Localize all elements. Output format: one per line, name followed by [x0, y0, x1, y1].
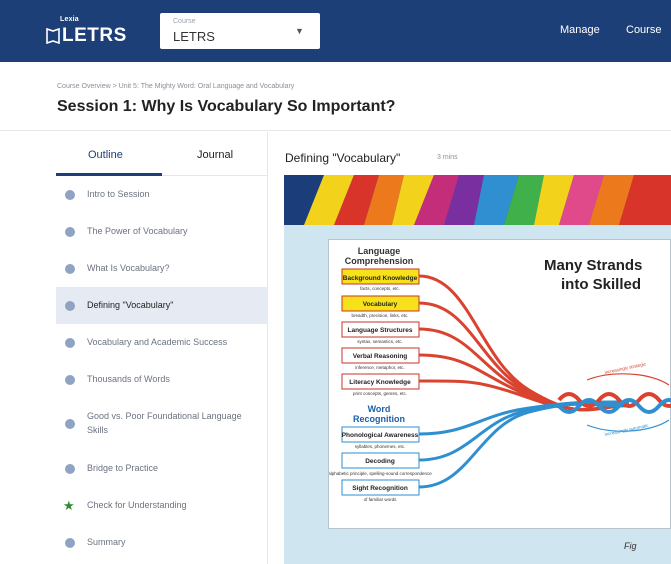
outline-item-thousands[interactable]: Thousands of Words [56, 361, 268, 398]
strand-decoding: Decoding [365, 458, 395, 465]
page-title: Session 1: Why Is Vocabulary So Importan… [57, 98, 396, 115]
svg-text:syntax, semantics, etc.: syntax, semantics, etc. [357, 339, 403, 344]
strand-language-structures: Language Structures [347, 327, 412, 334]
dot-icon [65, 464, 75, 474]
word-recognition-title-line2: Recognition [353, 414, 405, 424]
logo-letrs-text: LETRS [62, 25, 127, 46]
strategic-arrow [586, 373, 670, 386]
outline-item-power[interactable]: The Power of Vocabulary [56, 213, 268, 250]
course-select[interactable]: Course LETRS ▼ [160, 13, 320, 49]
strand-vocabulary: Vocabulary [363, 301, 398, 308]
outline-item-summary[interactable]: Summary [56, 524, 268, 561]
top-nav-bar: Lexia LETRS Course LETRS ▼ Manage Course [0, 0, 671, 62]
sidebar-tabs: Outline Journal [56, 132, 268, 176]
dot-icon [65, 338, 75, 348]
nav-manage-link[interactable]: Manage [560, 24, 600, 36]
session-sidebar: Outline Journal Intro to Session The Pow… [56, 132, 268, 564]
language-strands: Background Knowledge facts, concepts, et… [341, 268, 420, 396]
tab-journal[interactable]: Journal [197, 149, 233, 161]
svg-text:of familiar words: of familiar words [364, 497, 398, 502]
word-recognition-title-line1: Word [368, 404, 391, 414]
outline-item-what-is[interactable]: What Is Vocabulary? [56, 250, 268, 287]
outline-item-label: What Is Vocabulary? [87, 263, 170, 273]
strand-verbal-reasoning: Verbal Reasoning [353, 353, 408, 360]
course-select-label: Course [173, 18, 196, 25]
language-comprehension-title-line1: Language [358, 246, 401, 256]
chevron-down-icon: ▼ [295, 26, 304, 36]
strand-background-knowledge: Background Knowledge [343, 275, 418, 282]
dot-icon [65, 264, 75, 274]
outline-item-label: Summary [87, 537, 126, 547]
lesson-media[interactable]: Many Strands into Skilled Language Compr… [284, 175, 671, 564]
language-comprehension-title-line2: Comprehension [345, 256, 414, 266]
page-header: Course Overview > Unit 5: The Mighty Wor… [0, 62, 671, 131]
outline-item-label: The Power of Vocabulary [87, 226, 188, 236]
dot-icon [65, 538, 75, 548]
outline-item-label: Vocabulary and Academic Success [87, 337, 228, 347]
svg-text:print concepts, genres, etc.: print concepts, genres, etc. [353, 391, 407, 396]
svg-text:breadth, precision, links, etc: breadth, precision, links, etc. [351, 313, 408, 318]
dot-icon [65, 227, 75, 237]
dot-icon [65, 419, 75, 429]
word-ropes [418, 400, 630, 489]
outline-item-label: Bridge to Practice [87, 463, 159, 473]
nav-course-link[interactable]: Course [626, 24, 661, 36]
figure-caption: Fig [624, 541, 637, 551]
outline-item-label: Thousands of Words [87, 374, 170, 384]
outline-item-label: Intro to Session [87, 189, 150, 199]
outline-item-intro[interactable]: Intro to Session [56, 176, 268, 213]
svg-text:syllables, phonemes, etc.: syllables, phonemes, etc. [355, 444, 406, 449]
outline-item-label: Good vs. Poor Foundational Language Skil… [87, 411, 242, 435]
outline-item-defining[interactable]: Defining "Vocabulary" [56, 287, 268, 324]
book-icon [46, 27, 60, 44]
lesson-title: Defining "Vocabulary" [285, 151, 401, 165]
dot-icon [65, 375, 75, 385]
outline-item-academic[interactable]: Vocabulary and Academic Success [56, 324, 268, 361]
svg-text:alphabetic principle, spelling: alphabetic principle, spelling-sound cor… [329, 471, 432, 476]
strand-phonological-awareness: Phonological Awareness [342, 432, 419, 439]
painted-banner-image [284, 175, 671, 225]
logo-lexia-text: Lexia [60, 16, 79, 23]
outline-item-good-vs-poor[interactable]: Good vs. Poor Foundational Language Skil… [56, 398, 268, 450]
language-ropes [418, 274, 630, 412]
lesson-content: Defining "Vocabulary" 3 mins Many Strand… [268, 132, 671, 564]
strand-literacy-knowledge: Literacy Knowledge [349, 379, 411, 386]
dot-icon [65, 301, 75, 311]
strand-sight-recognition: Sight Recognition [352, 485, 408, 492]
reading-rope-slide: Many Strands into Skilled Language Compr… [328, 239, 671, 529]
word-strands: Phonological Awareness syllables, phonem… [329, 426, 432, 502]
tab-outline[interactable]: Outline [88, 149, 123, 161]
outline-item-label: Check for Understanding [87, 500, 187, 510]
reading-rope-diagram: Language Comprehension Background Knowle… [329, 246, 671, 502]
breadcrumb[interactable]: Course Overview > Unit 5: The Mighty Wor… [57, 83, 294, 90]
lesson-duration: 3 mins [437, 154, 458, 161]
svg-text:facts, concepts, etc.: facts, concepts, etc. [360, 286, 400, 291]
outline-item-bridge[interactable]: Bridge to Practice [56, 450, 268, 487]
dot-icon [65, 190, 75, 200]
course-select-value: LETRS [173, 29, 215, 44]
star-icon: ★ [63, 498, 75, 513]
svg-text:inference, metaphor, etc.: inference, metaphor, etc. [355, 365, 405, 370]
outline-item-label: Defining "Vocabulary" [87, 300, 174, 310]
arrow-text-strategic: increasingly strategic [604, 361, 647, 375]
outline-item-check[interactable]: ★ Check for Understanding [56, 487, 268, 524]
